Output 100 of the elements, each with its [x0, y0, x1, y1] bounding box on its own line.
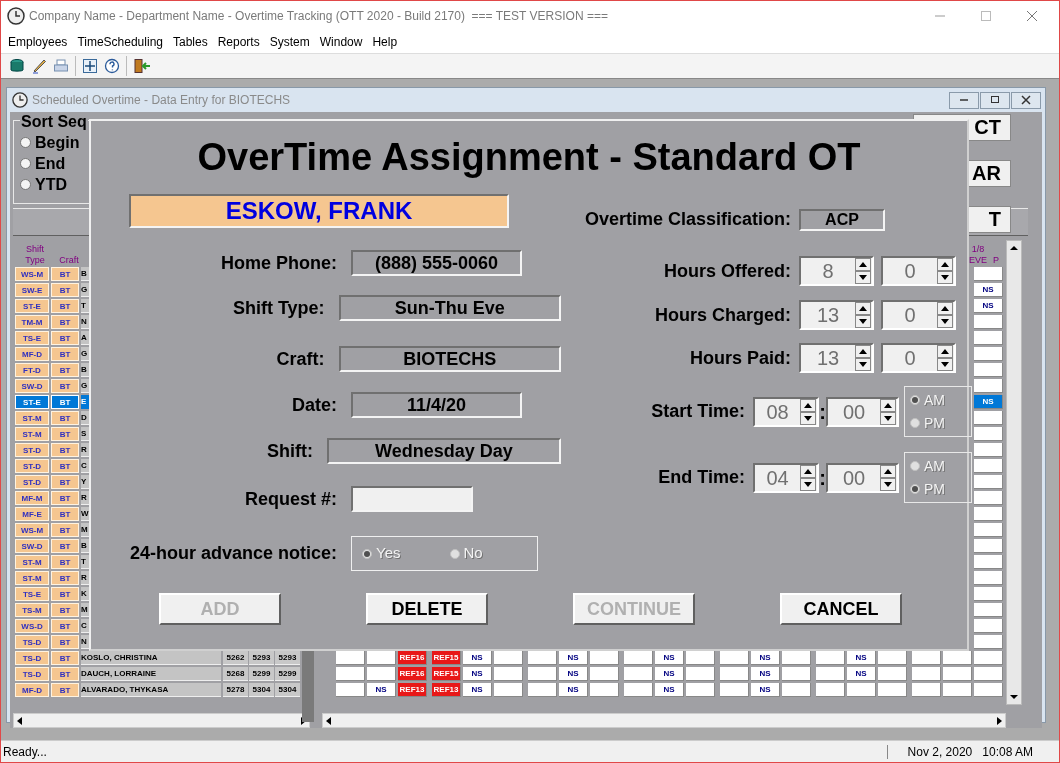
- table-cell: REF13: [398, 683, 427, 697]
- spin-box[interactable]: 8: [799, 256, 874, 286]
- table-cell: NS: [655, 651, 684, 665]
- table-cell: BT: [51, 363, 79, 377]
- radio-button[interactable]: AM: [910, 455, 971, 477]
- spin-arrows-icon[interactable]: [937, 345, 953, 371]
- status-time: 10:08 AM: [982, 743, 1033, 761]
- spin-box[interactable]: 13: [799, 343, 874, 373]
- table-cell: BT: [51, 651, 79, 665]
- spin-arrows-icon[interactable]: [855, 345, 871, 371]
- group-label: Sort Seq: [20, 112, 88, 132]
- table-cell: [528, 667, 557, 681]
- value-field[interactable]: ACP: [799, 208, 885, 231]
- exit-door-icon[interactable]: [133, 58, 151, 74]
- table-cell: [878, 667, 907, 681]
- radio-button[interactable]: PM: [910, 412, 971, 434]
- table-cell: BT: [51, 459, 79, 473]
- radio-button[interactable]: AM: [910, 389, 971, 411]
- move-icon[interactable]: [82, 58, 98, 74]
- table-cell: NS: [847, 651, 876, 665]
- value-field[interactable]: Wednesday Day: [326, 438, 561, 464]
- table-cell: NS: [463, 651, 492, 665]
- table-cell: REF15: [432, 667, 461, 681]
- close-button[interactable]: [1011, 91, 1041, 109]
- table-cell: SW-E: [15, 283, 49, 297]
- table-cell: BT: [51, 667, 79, 681]
- spin-box[interactable]: 0: [881, 343, 956, 373]
- column-header: P: [993, 255, 1000, 266]
- value-field[interactable]: (888) 555-0060: [351, 250, 522, 276]
- spin-box[interactable]: 13: [799, 300, 874, 330]
- help-icon[interactable]: [104, 58, 120, 74]
- menu-item[interactable]: Reports: [212, 33, 265, 51]
- spin-arrows-icon[interactable]: [937, 258, 953, 284]
- horizontal-scrollbar[interactable]: [322, 713, 1006, 728]
- field-label: Hours Charged:: [654, 303, 791, 327]
- radio-button[interactable]: PM: [910, 478, 971, 500]
- value-field[interactable]: BIOTECHS: [338, 346, 561, 372]
- vertical-scrollbar[interactable]: [1006, 240, 1022, 705]
- close-icon: [1019, 93, 1033, 107]
- table-cell: [974, 459, 1003, 473]
- table-cell: [974, 651, 1003, 665]
- table-cell: [912, 651, 941, 665]
- spin-arrows-icon[interactable]: [800, 464, 816, 491]
- value-field[interactable]: Sun-Thu Eve: [338, 295, 561, 321]
- spin-arrows-icon[interactable]: [880, 398, 896, 425]
- table-cell: [974, 587, 1003, 601]
- menu-item[interactable]: Tables: [168, 33, 213, 51]
- table-cell: SW-D: [15, 379, 49, 393]
- spin-box[interactable]: 08: [753, 396, 819, 427]
- restore-button[interactable]: [980, 91, 1010, 109]
- radio-label: Begin: [35, 132, 80, 153]
- table-cell: ALVARADO, THYKASA: [81, 683, 221, 697]
- table-cell: NS: [751, 683, 780, 697]
- minimize-button[interactable]: [949, 91, 979, 109]
- table-cell: [816, 651, 845, 665]
- table-cell: BT: [51, 683, 79, 697]
- table-cell: [782, 667, 811, 681]
- spin-box[interactable]: 0: [881, 300, 956, 330]
- menu-item[interactable]: Employees: [3, 33, 73, 51]
- spin-arrows-icon[interactable]: [855, 302, 871, 328]
- input-field[interactable]: [351, 486, 473, 512]
- dialog-button[interactable]: CANCEL: [780, 593, 902, 625]
- table-cell: [974, 523, 1003, 537]
- table-cell: WS-M: [15, 523, 49, 537]
- table-cell: [974, 635, 1003, 649]
- table-cell: [974, 507, 1003, 521]
- dialog-button[interactable]: DELETE: [366, 593, 488, 625]
- spin-box[interactable]: 00: [826, 462, 899, 493]
- spin-arrows-icon[interactable]: [800, 398, 816, 425]
- table-cell: BT: [51, 411, 79, 425]
- spin-arrows-icon[interactable]: [855, 258, 871, 284]
- window-title: Scheduled Overtime - Data Entry for BIOTECHS: [32, 92, 291, 109]
- menu-item[interactable]: Help: [367, 33, 403, 51]
- table-cell: [974, 315, 1003, 329]
- spin-arrows-icon[interactable]: [937, 302, 953, 328]
- table-cell: BT: [51, 539, 79, 553]
- table-cell: NS: [367, 683, 396, 697]
- table-cell: WS-D: [15, 619, 49, 633]
- spin-box[interactable]: 0: [881, 256, 956, 286]
- database-icon[interactable]: [9, 58, 25, 74]
- time-separator: :: [819, 399, 826, 425]
- table-cell: DAUCH, LORRAINE: [81, 667, 221, 681]
- spin-box[interactable]: 04: [753, 462, 819, 493]
- radio-button[interactable]: [20, 179, 31, 190]
- radio-button[interactable]: [20, 137, 31, 148]
- radio-button[interactable]: [20, 158, 31, 169]
- printer-icon[interactable]: [53, 58, 69, 74]
- menu-item[interactable]: System: [264, 33, 315, 51]
- table-cell: [782, 651, 811, 665]
- spin-box[interactable]: 00: [826, 396, 899, 427]
- menu-item[interactable]: Window: [314, 33, 368, 51]
- table-cell: NS: [655, 667, 684, 681]
- spin-arrows-icon[interactable]: [880, 464, 896, 491]
- menu-item[interactable]: TimeScheduling: [72, 33, 168, 51]
- pencil-icon[interactable]: [31, 58, 47, 74]
- table-cell: 5299: [249, 667, 274, 681]
- table-cell: 5293: [249, 651, 274, 665]
- horizontal-scrollbar[interactable]: [13, 713, 310, 728]
- value-field[interactable]: 11/4/20: [351, 392, 522, 418]
- table-cell: MF-D: [15, 683, 49, 697]
